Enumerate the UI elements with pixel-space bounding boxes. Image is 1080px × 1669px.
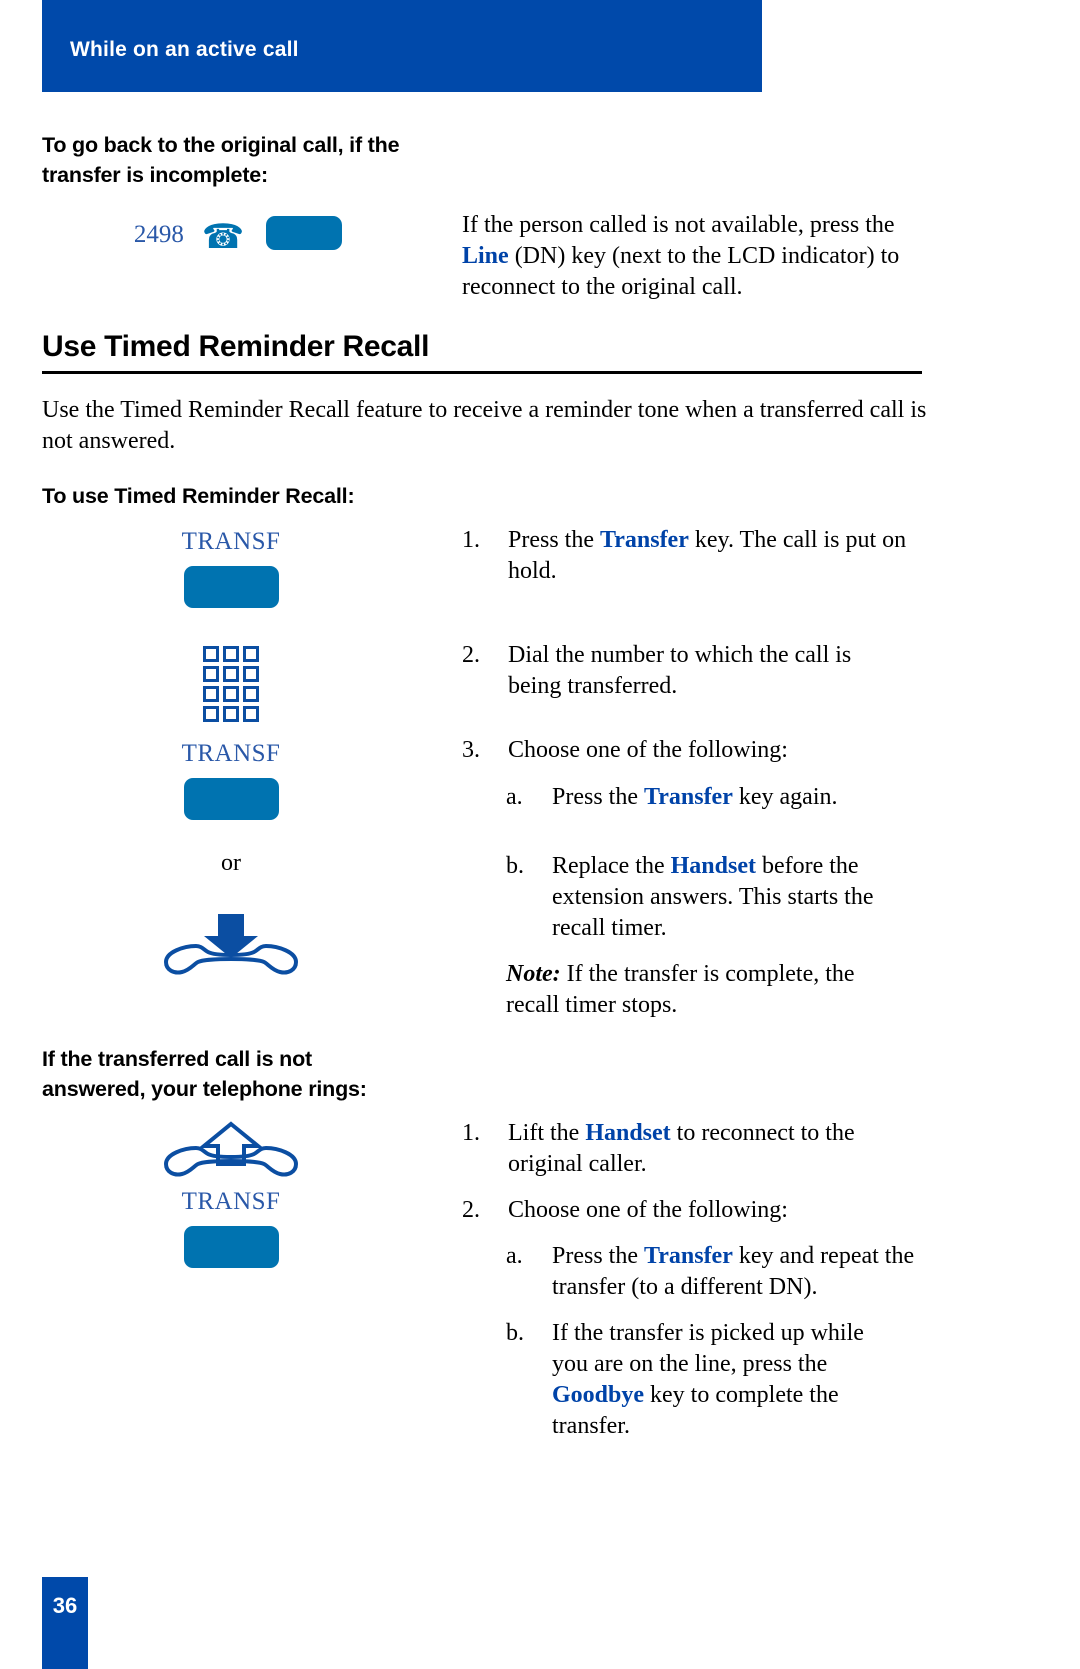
keypad-cell [243, 666, 259, 682]
keypad-cell [243, 686, 259, 702]
step-marker: 2. [462, 1197, 480, 1223]
header-title: While on an active call [70, 38, 299, 61]
keypad-cell [223, 686, 239, 702]
keypad-cell [243, 706, 259, 722]
transf-icon-2: TRANSF [136, 740, 326, 820]
handset-replace-down-icon [136, 912, 326, 987]
note-lead: Note: [506, 961, 561, 987]
step-c-1: 1. Lift the Handset to reconnect to the … [462, 1118, 910, 1180]
substep-text-part1: Press the [552, 784, 644, 810]
step-marker: 2. [462, 642, 480, 668]
transf-label-1: TRANSF [181, 528, 281, 555]
keypad-cell [203, 686, 219, 702]
step-content: Press the Transfer key. The call is put … [508, 525, 930, 587]
page-number-tab: 36 [42, 1577, 88, 1669]
section-a-heading-line1: To go back to the original call, if the [42, 133, 400, 157]
step-content: Choose one of the following: [508, 737, 788, 763]
substep-c-b: b. If the transfer is picked up while yo… [506, 1318, 901, 1442]
handset-down-svg [163, 914, 299, 975]
line-keyword: Line [462, 243, 509, 269]
substep-text-part2: key again. [732, 784, 838, 810]
substep-content: Replace the Handset before the extension… [552, 851, 906, 944]
section-a-heading-line2: transfer is incomplete: [42, 163, 268, 187]
step-text-part1: Lift the [508, 1120, 586, 1146]
step-content: Choose one of the following: [508, 1197, 788, 1223]
dn-number: 2498 [133, 221, 184, 248]
keypad-cell [223, 666, 239, 682]
keypad-cell [203, 666, 219, 682]
section-a-heading: To go back to the original call, if the … [42, 130, 472, 190]
keypad-cell [243, 646, 259, 662]
keypad-cell [223, 706, 239, 722]
section-b-subheading: To use Timed Reminder Recall: [42, 484, 355, 508]
keypad-grid [203, 646, 259, 722]
section-c-heading-line2: answered, your telephone rings: [42, 1077, 367, 1101]
desk-phone-icon: ☎ [201, 219, 245, 256]
section-a-body-part1: If the person called is not available, p… [462, 212, 895, 238]
step-b-3: 3. Choose one of the following: [462, 735, 902, 766]
step-content: Dial the number to which the call is bei… [508, 642, 852, 699]
step-b-1: 1. Press the Transfer key. The call is p… [462, 525, 930, 587]
step-b-2: 2. Dial the number to which the call is … [462, 640, 902, 702]
keypad-cell [203, 706, 219, 722]
page-number: 36 [52, 1593, 78, 1618]
handset-keyword: Handset [670, 853, 756, 879]
substep-marker: b. [506, 1320, 524, 1346]
substep-text-part1: If the transfer is picked up while you a… [552, 1320, 864, 1377]
section-b-intro: Use the Timed Reminder Recall feature to… [42, 397, 927, 454]
substep-marker: a. [506, 784, 523, 810]
transfer-key-2[interactable] [183, 778, 279, 820]
handset-keyword: Handset [585, 1120, 671, 1146]
substep-text-part1: Press the [552, 1243, 644, 1269]
substep-marker: b. [506, 853, 524, 879]
manual-page: While on an active call To go back to th… [0, 0, 1080, 1669]
or-text: or [221, 850, 241, 876]
transfer-keyword: Transfer [600, 527, 689, 553]
handset-up-svg [163, 1121, 299, 1177]
transfer-key-3[interactable] [183, 1226, 279, 1268]
transf-label-3: TRANSF [181, 1188, 281, 1215]
substep-marker: a. [506, 1243, 523, 1269]
substep-content: Press the Transfer key again. [552, 782, 926, 813]
keypad-cell [203, 646, 219, 662]
handset-lift-up-icon [136, 1118, 326, 1185]
substep-c-a: a. Press the Transfer key and repeat the… [506, 1241, 916, 1303]
section-a-icon-row: 2498 ☎ [118, 216, 358, 255]
transfer-keyword: Transfer [644, 784, 733, 810]
transfer-keyword: Transfer [644, 1243, 733, 1269]
note-block: Note: If the transfer is complete, the r… [506, 959, 906, 1021]
section-a-body-part2: (DN) key (next to the LCD indicator) to … [462, 243, 900, 300]
substep-b-b: b. Replace the Handset before the extens… [506, 851, 906, 944]
substep-content: Press the Transfer key and repeat the tr… [552, 1241, 916, 1303]
step-c-2: 2. Choose one of the following: [462, 1195, 902, 1226]
transf-label-2: TRANSF [181, 740, 281, 767]
transf-icon-1: TRANSF [136, 528, 326, 608]
blue-line-key[interactable] [266, 216, 343, 250]
title-underline-rule [42, 371, 922, 374]
transf-icon-3: TRANSF [136, 1188, 326, 1268]
step-content: Lift the Handset to reconnect to the ori… [508, 1118, 910, 1180]
goodbye-keyword: Goodbye [552, 1382, 645, 1408]
section-a-body: If the person called is not available, p… [462, 210, 932, 303]
dial-keypad-icon [136, 646, 326, 722]
substep-text-part1: Replace the [552, 853, 671, 879]
step-marker: 3. [462, 737, 480, 763]
step-text-part1: Press the [508, 527, 600, 553]
step-marker: 1. [462, 1120, 480, 1146]
section-c-heading-line1: If the transferred call is not [42, 1047, 312, 1071]
keypad-cell [223, 646, 239, 662]
transfer-key-1[interactable] [183, 566, 279, 608]
step-marker: 1. [462, 527, 480, 553]
section-c-heading: If the transferred call is not answered,… [42, 1044, 462, 1104]
substep-content: If the transfer is picked up while you a… [552, 1318, 901, 1442]
or-separator: or [136, 850, 326, 877]
section-title-timed-reminder-recall: Use Timed Reminder Recall [42, 330, 430, 363]
substep-b-a: a. Press the Transfer key again. [506, 782, 926, 813]
